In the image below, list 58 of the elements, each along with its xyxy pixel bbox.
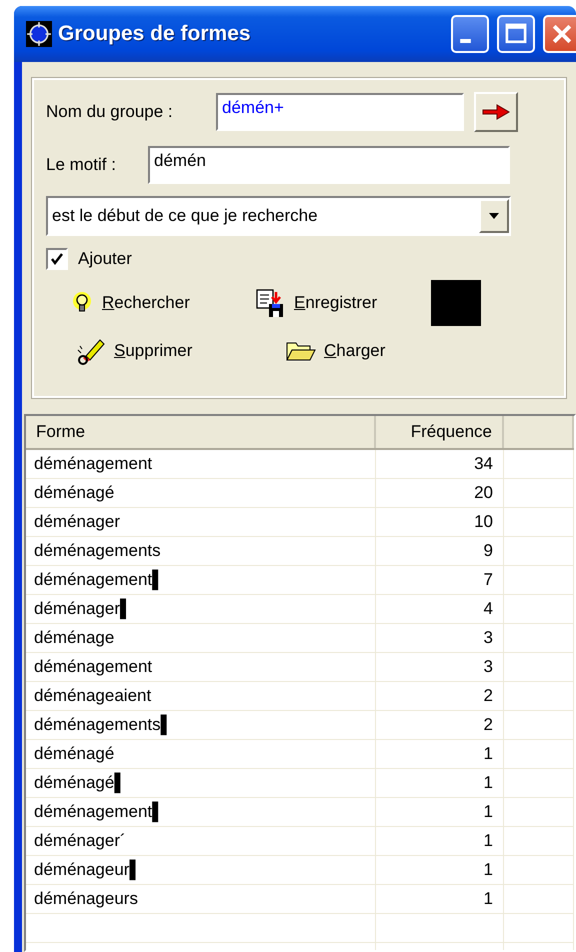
- window-title: Groupes de formes: [58, 22, 251, 46]
- table-cell: déménager: [34, 512, 120, 532]
- table-cell: déménageur▌: [34, 860, 142, 880]
- table-cell: déménagement: [34, 454, 152, 474]
- table-cell: 34: [474, 454, 493, 474]
- table-cell: déménagement▌: [34, 802, 164, 822]
- table-cell: 1: [484, 889, 493, 909]
- toolbar-button[interactable]: Supprimer: [76, 336, 192, 366]
- table-cell: déménagé▌: [34, 773, 126, 793]
- minimize-icon: [460, 39, 470, 43]
- target-icon: [26, 21, 52, 47]
- close-button[interactable]: [543, 15, 576, 53]
- table-cell: 3: [484, 628, 493, 648]
- check-icon: [50, 252, 64, 266]
- table-cell: 4: [484, 599, 493, 619]
- field-label: Le motif :: [46, 155, 117, 175]
- table-cell: 1: [484, 802, 493, 822]
- table-cell: déménage: [34, 628, 114, 648]
- table-cell: 2: [484, 686, 493, 706]
- folder-icon: [286, 340, 316, 362]
- table-cell: déménageaient: [34, 686, 152, 706]
- table-cell: déménagement: [34, 657, 152, 677]
- table-cell: 7: [484, 570, 493, 590]
- column-header[interactable]: Fréquence: [376, 416, 504, 448]
- toolbar-button[interactable]: Enregistrer: [256, 288, 378, 318]
- checkbox[interactable]: [46, 248, 68, 270]
- table-cell: déménager´: [34, 831, 126, 851]
- table-cell: 20: [474, 483, 493, 503]
- checkbox-label: Ajouter: [78, 249, 132, 269]
- arrow-icon: [481, 102, 511, 122]
- caret-icon: [488, 212, 500, 220]
- column-header[interactable]: Forme: [26, 416, 376, 448]
- table-cell: déménagements: [34, 541, 161, 561]
- table-cell: déménageurs: [34, 889, 138, 909]
- input-field[interactable]: démén+: [216, 93, 464, 131]
- toolbar-button[interactable]: Charger: [286, 340, 386, 362]
- maximize-button[interactable]: [497, 15, 535, 53]
- table-cell: 1: [484, 831, 493, 851]
- table-cell: déménagé: [34, 744, 114, 764]
- field-label: Nom du groupe :: [46, 102, 174, 122]
- toolbar-button[interactable]: Rechercher: [70, 291, 190, 315]
- input-field[interactable]: démén: [148, 146, 510, 184]
- table-cell: 10: [474, 512, 493, 532]
- table-cell: déménagé: [34, 483, 114, 503]
- table-cell: déménagement▌: [34, 570, 164, 590]
- save-document-icon: [256, 288, 286, 318]
- table-cell: 3: [484, 657, 493, 677]
- table-cell: 9: [484, 541, 493, 561]
- table-cell: 1: [484, 744, 493, 764]
- color-swatch[interactable]: [431, 280, 481, 326]
- minimize-button[interactable]: [451, 15, 489, 53]
- table-cell: 1: [484, 860, 493, 880]
- table-cell: déménagements▌: [34, 715, 173, 735]
- table-cell: 1: [484, 773, 493, 793]
- table-cell: déménager▌: [34, 599, 132, 619]
- dropdown[interactable]: est le début de ce que je recherche: [46, 196, 511, 236]
- table-cell: 2: [484, 715, 493, 735]
- arrow-button[interactable]: [474, 92, 518, 132]
